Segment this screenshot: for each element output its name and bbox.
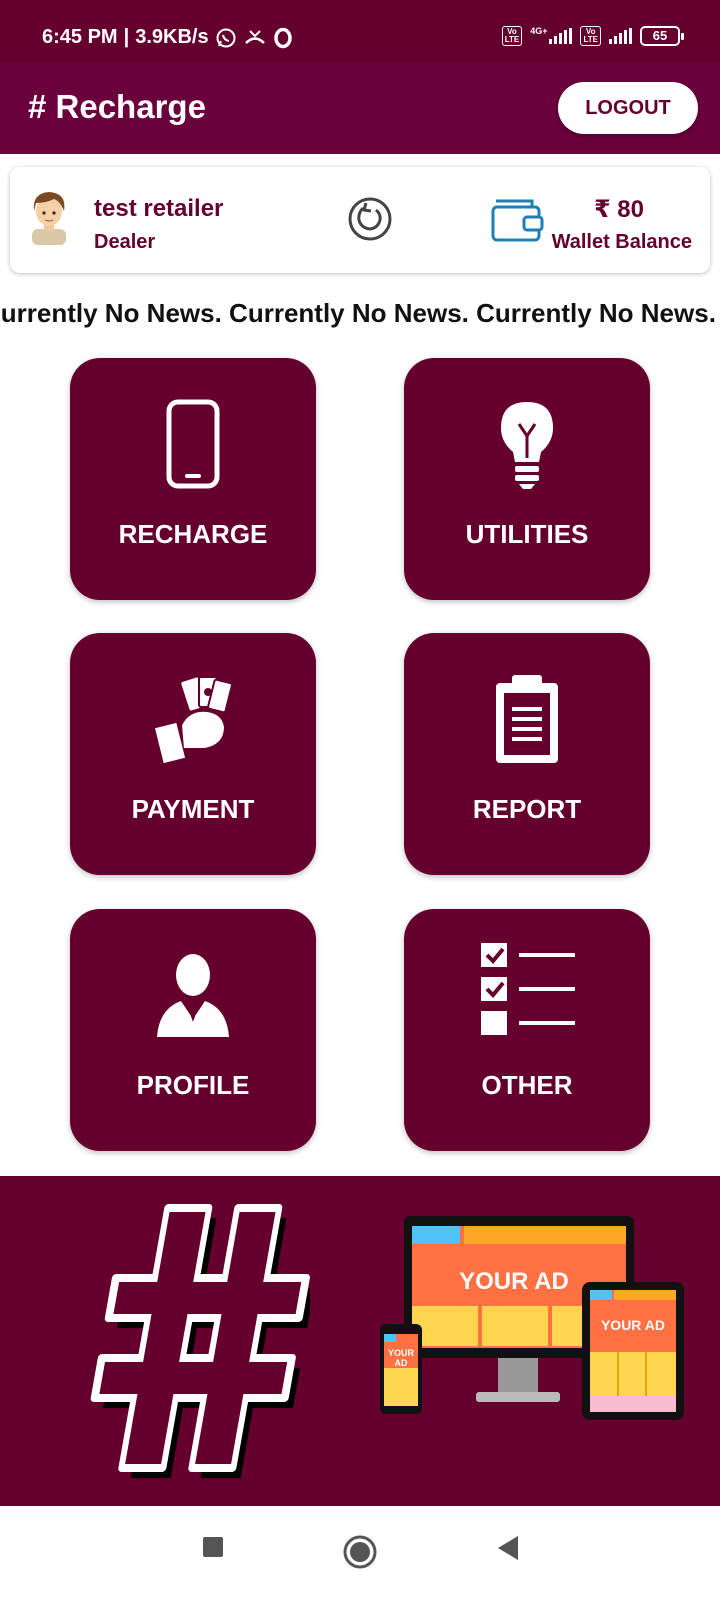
profile-tile[interactable]: PROFILE: [70, 909, 316, 1151]
volte-icon: Vo LTE: [501, 26, 523, 46]
news-ticker: Currently No News. Currently No News. Cu…: [0, 294, 720, 334]
signal-icon-2: [609, 28, 632, 44]
payment-hand-icon: [155, 676, 231, 764]
recent-apps-button[interactable]: [202, 1536, 224, 1558]
home-button[interactable]: [342, 1534, 378, 1570]
missed-call-icon: [244, 29, 265, 44]
app-title: # Recharge: [28, 88, 206, 125]
avatar: [32, 192, 66, 245]
wallet-amount: ₹ 80: [593, 196, 644, 223]
report-label: REPORT: [472, 794, 582, 824]
volte-icon-2: Vo LTE: [580, 26, 601, 46]
whatsapp-icon: [216, 28, 236, 47]
wallet-label: Wallet Balance: [551, 231, 692, 253]
profile-label: PROFILE: [136, 1070, 250, 1100]
refresh-icon[interactable]: [346, 195, 394, 243]
battery-icon: 65: [640, 26, 684, 46]
news-ticker-text: Currently No News. Currently No News. Cu…: [0, 298, 716, 328]
ad-devices-icon: YOUR AD YOUR AD YOUR AD: [380, 1216, 684, 1420]
network-type: 4G+: [530, 26, 548, 36]
user-card: test retailer Dealer ₹ 80 Wallet Balance: [10, 167, 710, 273]
other-label: OTHER: [481, 1070, 573, 1100]
system-nav-bar: [0, 1506, 720, 1600]
hashtag-logo-icon: [90, 1204, 310, 1478]
ad-text-large: YOUR AD: [459, 1268, 569, 1295]
utilities-tile[interactable]: UTILITIES: [404, 358, 650, 600]
clipboard-icon: [496, 675, 558, 763]
status-left: 6:45 PM | 3.9KB/s: [42, 26, 293, 49]
report-tile[interactable]: REPORT: [404, 633, 650, 875]
ad-text-tablet: YOUR AD: [601, 1317, 665, 1333]
user-role: Dealer: [94, 231, 156, 253]
lightbulb-icon: [501, 402, 553, 489]
back-button[interactable]: [496, 1534, 522, 1562]
wallet-icon: [491, 199, 544, 242]
status-bar: 6:45 PM | 3.9KB/s Vo LTE 4G+ Vo LTE 65: [0, 0, 720, 62]
mobile-phone-icon: [166, 399, 220, 489]
recharge-label: RECHARGE: [118, 519, 268, 549]
ad-text-phone-1: YOUR: [388, 1348, 415, 1358]
status-speed: 3.9KB/s: [135, 26, 209, 48]
user-profile-icon: [157, 954, 229, 1037]
opera-icon: [273, 27, 292, 48]
payment-label: PAYMENT: [131, 794, 255, 824]
ad-banner[interactable]: YOUR AD YOUR AD YOUR AD: [0, 1176, 720, 1506]
app-bar: # Recharge LOGOUT: [0, 62, 720, 154]
status-right: Vo LTE 4G+ Vo LTE 65: [501, 26, 684, 46]
utilities-label: UTILITIES: [465, 519, 589, 549]
ad-text-phone-2: AD: [395, 1358, 408, 1368]
recharge-tile[interactable]: RECHARGE: [70, 358, 316, 600]
payment-tile[interactable]: PAYMENT: [70, 633, 316, 875]
checklist-icon: [481, 943, 575, 1035]
other-tile[interactable]: OTHER: [404, 909, 650, 1151]
logout-button[interactable]: LOGOUT: [558, 82, 698, 134]
signal-icon: [549, 28, 573, 44]
status-time: 6:45 PM: [42, 26, 118, 48]
user-name: test retailer: [94, 195, 224, 222]
